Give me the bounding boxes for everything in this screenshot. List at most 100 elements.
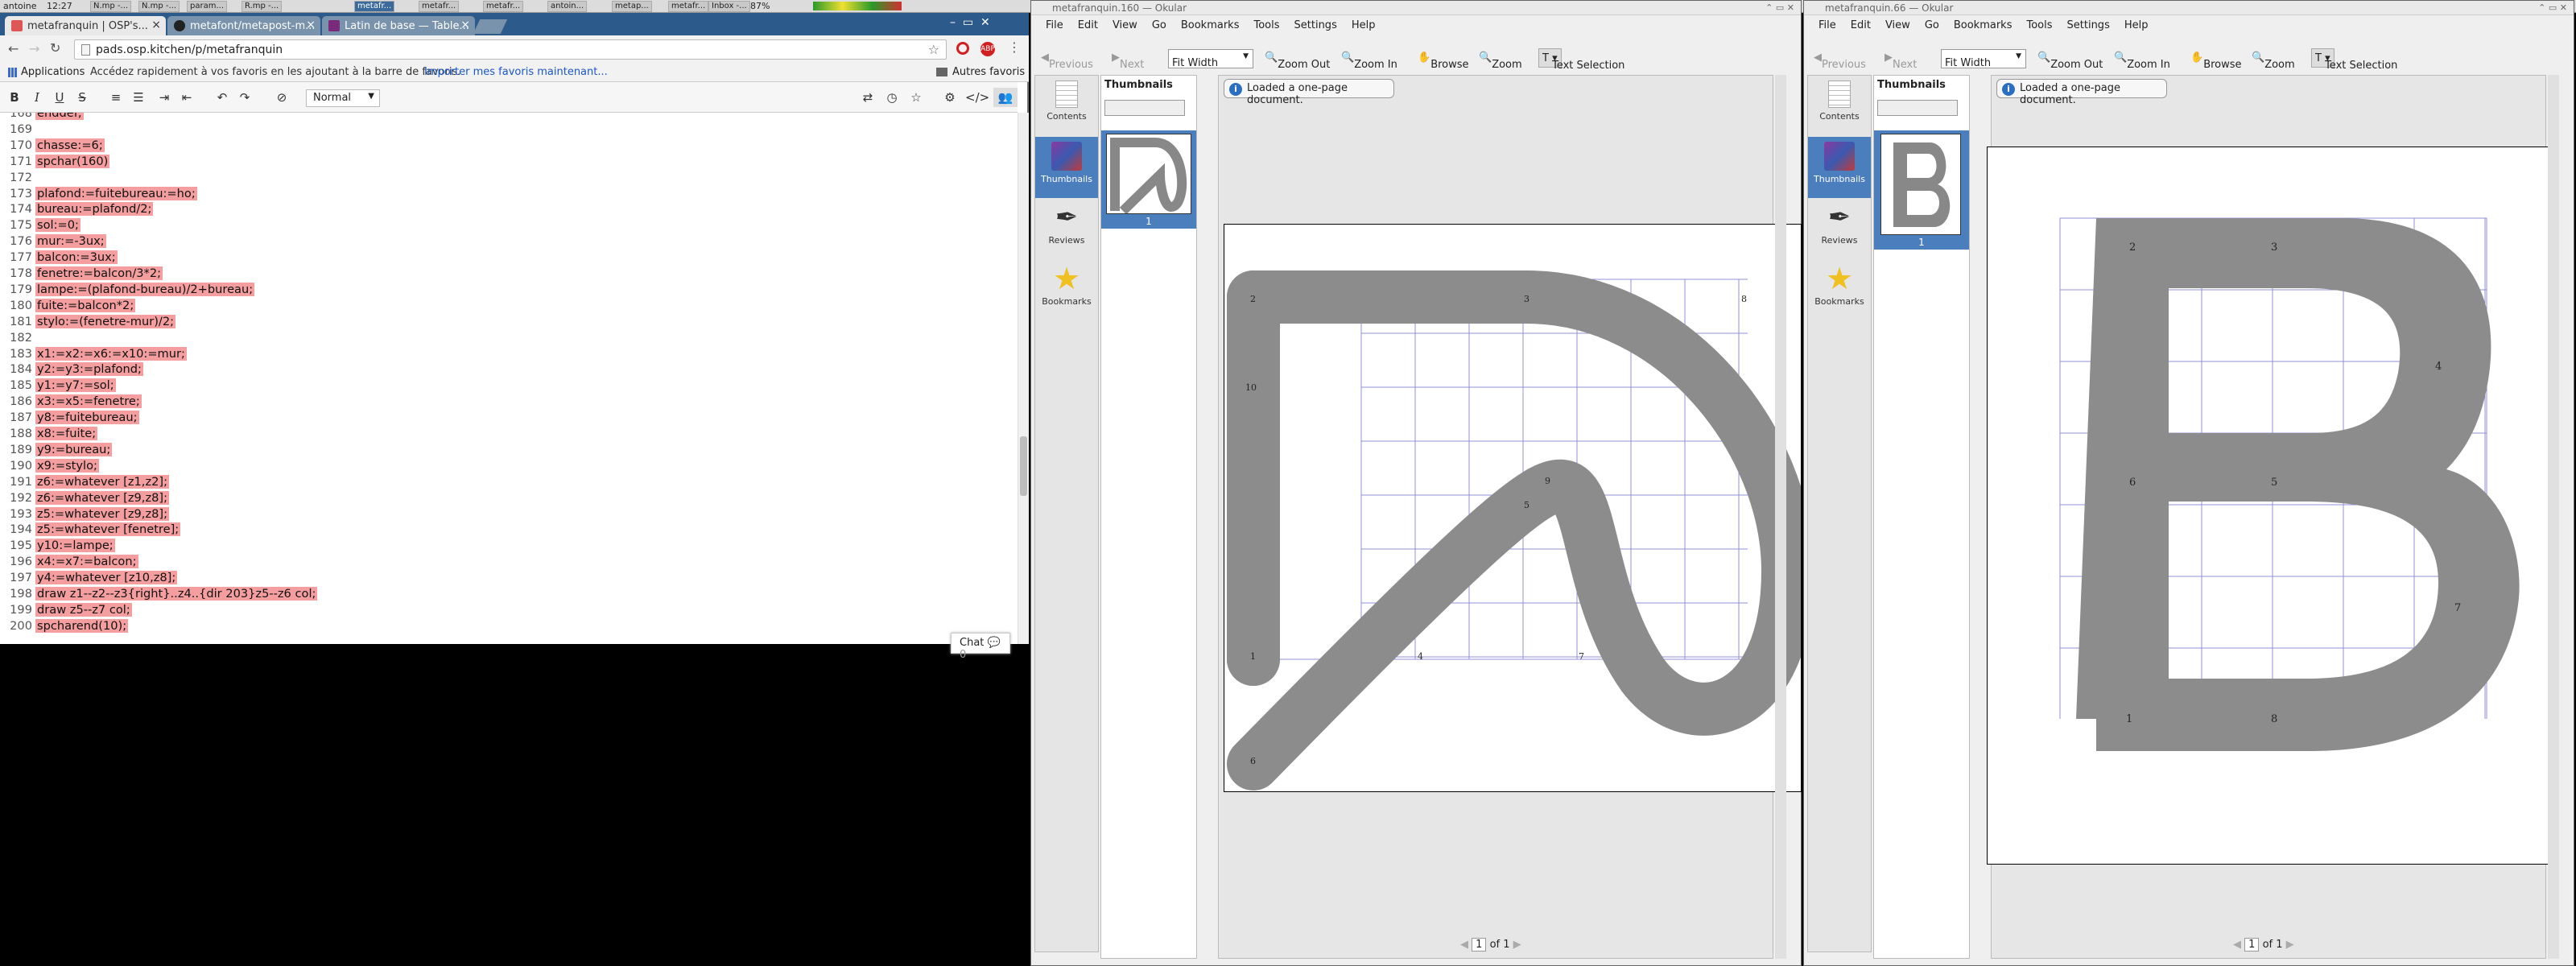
bookmarks-tab[interactable]: ★ Bookmarks [1035, 259, 1098, 320]
apps-link[interactable]: Applications [21, 66, 85, 78]
new-tab-button[interactable] [473, 19, 508, 34]
code-line[interactable]: x4:=x7:=balcon; [35, 555, 138, 569]
panel-task[interactable]: metafr... [668, 1, 709, 12]
code-line[interactable]: z5:=whatever [fenetre]; [35, 522, 181, 537]
code-line[interactable]: y8:=fuitebureau; [35, 411, 139, 425]
menu-edit[interactable]: Edit [1851, 19, 1871, 31]
thumbnail-selected[interactable]: 1 [1101, 130, 1196, 229]
menu-bookmarks[interactable]: Bookmarks [1954, 19, 2013, 31]
tab-github[interactable]: metafont/metapost-m... × [167, 16, 320, 35]
code-line[interactable]: draw z5--z7 col; [35, 602, 132, 617]
scrollbar-thumb[interactable] [1020, 436, 1027, 496]
code-line[interactable]: x8:=fuite; [35, 427, 98, 440]
document-view[interactable]: i Loaded a one-page document. 1 2 3 4 5 6 7 8 9 10… [1218, 75, 1814, 959]
panel-task[interactable]: metafr... [483, 1, 524, 12]
browse-tool-button[interactable]: ✋ Browse [2190, 52, 2242, 71]
heading-select[interactable]: Normal ▼ [306, 89, 380, 107]
code-line[interactable]: z5:=whatever [z9,z8]; [35, 506, 170, 521]
thumbnail-search-input[interactable] [1877, 100, 1958, 116]
code-line[interactable]: draw z1--z2--z3{right}..z4..{dir 203}z5-… [35, 587, 318, 601]
unordered-list-button[interactable]: ☰ [129, 88, 148, 107]
star-icon[interactable]: ☆ [928, 42, 939, 57]
code-line[interactable]: stylo:=(fenetre-mur)/2; [35, 314, 176, 328]
page-number-input[interactable]: 1 [2244, 938, 2260, 952]
forward-icon[interactable]: → [29, 41, 39, 56]
zoom-in-button[interactable]: 🔍 Zoom In [2114, 52, 2170, 71]
outdent-button[interactable]: ⇤ [177, 88, 196, 107]
thumbnail-selected[interactable]: 1 [1874, 130, 1969, 250]
code-line[interactable]: y9:=bureau; [35, 442, 113, 456]
menu-edit[interactable]: Edit [1078, 19, 1098, 31]
code-line[interactable]: z6:=whatever [z9,z8]; [35, 490, 170, 505]
undo-button[interactable]: ↶ [213, 88, 232, 107]
code-line[interactable]: enddef; [35, 113, 84, 120]
window-controls[interactable]: – ▭ ✕ [950, 16, 990, 29]
menu-view[interactable]: View [1113, 19, 1137, 31]
users-icon[interactable]: 👥 [993, 88, 1018, 107]
zoom-out-button[interactable]: 🔍 Zoom Out [1265, 52, 1330, 71]
reviews-tab[interactable]: ✒ Reviews [1808, 198, 1871, 259]
previous-button[interactable]: ◀ Previous [1041, 52, 1093, 71]
page-number-input[interactable]: 1 [1472, 938, 1487, 952]
code-line[interactable]: y10:=lampe; [35, 539, 115, 553]
menu-tools[interactable]: Tools [1253, 19, 1279, 31]
view-scrollbar[interactable] [2548, 75, 2559, 959]
thumbnails-tab[interactable]: Thumbnails [1035, 137, 1098, 198]
indent-button[interactable]: ⇥ [155, 88, 174, 107]
code-line[interactable]: plafond:=fuitebureau:=ho; [35, 186, 197, 200]
panel-task[interactable]: param... [187, 1, 227, 12]
panel-task[interactable]: antoin... [547, 1, 588, 12]
menu-file[interactable]: File [1046, 19, 1063, 31]
italic-button[interactable]: I [27, 88, 47, 107]
code-line[interactable]: fenetre:=balcon/3*2; [35, 266, 163, 280]
next-page-icon[interactable]: ▶ [1513, 939, 1521, 951]
code-line[interactable]: x9:=stylo; [35, 458, 99, 473]
chat-button[interactable]: Chat 💬 0 [951, 633, 1010, 661]
bookmarks-tab[interactable]: ★ Bookmarks [1808, 259, 1871, 320]
opera-icon[interactable] [956, 42, 969, 55]
text-selection-button[interactable]: T Text Selection ▾ [2311, 48, 2397, 72]
contents-tab[interactable]: Contents [1035, 76, 1098, 137]
panel-task[interactable]: N.mp -... [90, 1, 132, 12]
redo-button[interactable]: ↷ [235, 88, 254, 107]
zoom-tool-button[interactable]: 🔍 Zoom [2252, 52, 2295, 71]
next-button[interactable]: ▶ Next [1112, 52, 1144, 71]
menu-go[interactable]: Go [1152, 19, 1166, 31]
code-line[interactable]: y4:=whatever [z10,z8]; [35, 571, 178, 585]
next-button[interactable]: ▶ Next [1885, 52, 1917, 71]
adblock-icon[interactable]: ABP [980, 42, 995, 56]
thumbnail-search-input[interactable] [1104, 100, 1185, 116]
code-line[interactable]: mur:=-3ux; [35, 234, 106, 249]
underline-button[interactable]: U [50, 88, 69, 107]
saved-revision-button[interactable]: ☆ [906, 88, 926, 107]
strikethrough-button[interactable]: S [72, 88, 92, 107]
text-selection-button[interactable]: T Text Selection ▾ [1538, 48, 1624, 72]
code-line[interactable]: balcon:=3ux; [35, 250, 118, 265]
menu-help[interactable]: Help [2124, 19, 2149, 31]
other-bookmarks[interactable]: Autres favoris [952, 66, 1025, 78]
back-icon[interactable]: ← [8, 41, 19, 56]
import-export-button[interactable]: ⇄ [858, 88, 877, 107]
apps-icon[interactable] [8, 68, 18, 77]
tab-latin[interactable]: Latin de base — Table... × [322, 16, 475, 35]
close-tab-icon[interactable]: × [460, 19, 470, 31]
clear-authorship-button[interactable]: ⊘ [272, 88, 291, 107]
code-line[interactable]: chasse:=6; [35, 138, 105, 152]
code-line[interactable]: spcharend(10); [35, 618, 129, 633]
panel-task[interactable]: metafr... [419, 1, 460, 12]
code-line[interactable]: sol:=0; [35, 218, 80, 233]
menu-icon[interactable]: ⋮ [1008, 39, 1021, 55]
code-line[interactable]: fuite:=balcon*2; [35, 298, 136, 312]
menu-tools[interactable]: Tools [2026, 19, 2052, 31]
zoom-mode-select[interactable]: Fit Width ▼ [1941, 49, 2026, 69]
pad-editor[interactable]: 168 enddef; 169 170 chasse:=6; 171 spchar(160)… [0, 113, 1018, 644]
panel-task[interactable]: Inbox -... [708, 1, 750, 12]
close-tab-icon[interactable]: × [306, 19, 316, 31]
next-page-icon[interactable]: ▶ [2286, 939, 2294, 951]
code-line[interactable]: y1:=y7:=sol; [35, 378, 116, 393]
menu-bookmarks[interactable]: Bookmarks [1181, 19, 1240, 31]
reviews-tab[interactable]: ✒ Reviews [1035, 198, 1098, 259]
browse-tool-button[interactable]: ✋ Browse [1418, 52, 1469, 71]
reload-icon[interactable]: ↻ [50, 40, 60, 56]
panel-task[interactable]: R.mp -... [242, 1, 283, 12]
